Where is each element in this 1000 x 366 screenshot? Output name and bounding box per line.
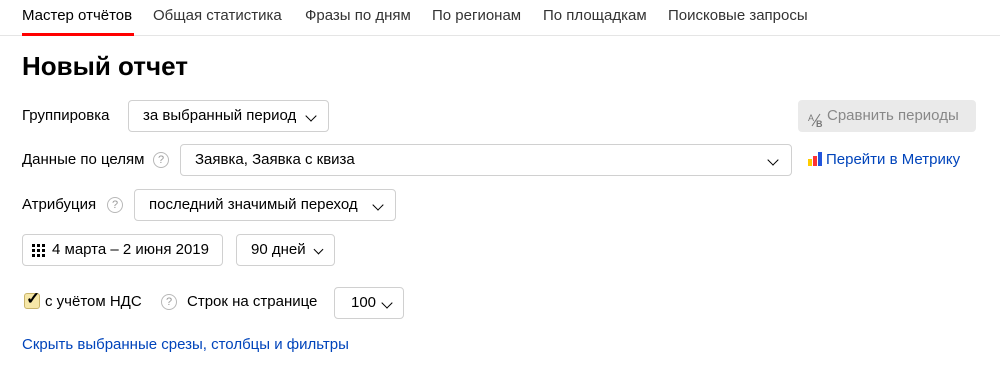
help-icon[interactable]: ?	[153, 152, 169, 168]
help-icon[interactable]: ?	[161, 294, 177, 310]
goals-select[interactable]: Заявка, Заявка с квиза	[180, 144, 792, 176]
attribution-label: Атрибуция	[22, 196, 97, 213]
chevron-down-icon	[767, 154, 779, 166]
rows-per-page-select[interactable]: 100	[334, 287, 404, 319]
attribution-value: последний значимый переход	[149, 196, 358, 213]
active-tab-indicator	[22, 33, 134, 36]
period-value: 90 дней	[251, 241, 306, 258]
hide-filters-link[interactable]: Скрыть выбранные срезы, столбцы и фильтр…	[22, 335, 349, 355]
check-icon: ✓	[26, 289, 41, 308]
tab-general-stats[interactable]: Общая статистика	[153, 6, 282, 26]
chevron-down-icon	[305, 110, 317, 122]
compare-icon: A B	[808, 109, 824, 129]
page-title: Новый отчет	[22, 51, 188, 81]
tab-search-queries[interactable]: Поисковые запросы	[668, 6, 808, 26]
tab-phrases-by-day[interactable]: Фразы по дням	[305, 6, 411, 26]
grouping-value: за выбранный период	[143, 107, 297, 124]
grouping-label: Группировка	[22, 107, 110, 124]
rows-per-page-value: 100	[351, 294, 377, 311]
period-select[interactable]: 90 дней	[236, 234, 335, 266]
chevron-down-icon	[381, 297, 393, 309]
calendar-icon	[32, 244, 46, 257]
vat-label[interactable]: с учётом НДС	[45, 292, 142, 312]
date-range-value: 4 марта – 2 июня 2019	[52, 241, 209, 258]
attribution-select[interactable]: последний значимый переход	[134, 189, 396, 221]
tab-by-region[interactable]: По регионам	[432, 6, 521, 26]
date-range-picker[interactable]: 4 марта – 2 июня 2019	[22, 234, 223, 266]
help-icon[interactable]: ?	[107, 197, 123, 213]
go-to-metrika-link[interactable]: Перейти в Метрику	[826, 150, 960, 170]
tab-by-platform[interactable]: По площадкам	[543, 6, 647, 26]
goals-label: Данные по целям	[22, 151, 145, 168]
chevron-down-icon	[372, 199, 384, 211]
report-tabs: Мастер отчётов Общая статистика Фразы по…	[0, 0, 1000, 36]
svg-text:A: A	[808, 113, 814, 123]
compare-periods-button[interactable]: A B Сравнить периоды	[798, 100, 976, 132]
goals-value: Заявка, Заявка с квиза	[195, 151, 355, 168]
svg-text:B: B	[816, 119, 823, 128]
metrika-icon	[808, 152, 822, 166]
vat-checkbox[interactable]: ✓	[24, 289, 40, 309]
grouping-select[interactable]: за выбранный период	[128, 100, 329, 132]
chevron-down-icon	[313, 244, 324, 255]
rows-per-page-label: Строк на странице	[187, 293, 318, 310]
tab-report-master[interactable]: Мастер отчётов	[22, 6, 132, 26]
compare-periods-label: Сравнить периоды	[827, 107, 959, 124]
